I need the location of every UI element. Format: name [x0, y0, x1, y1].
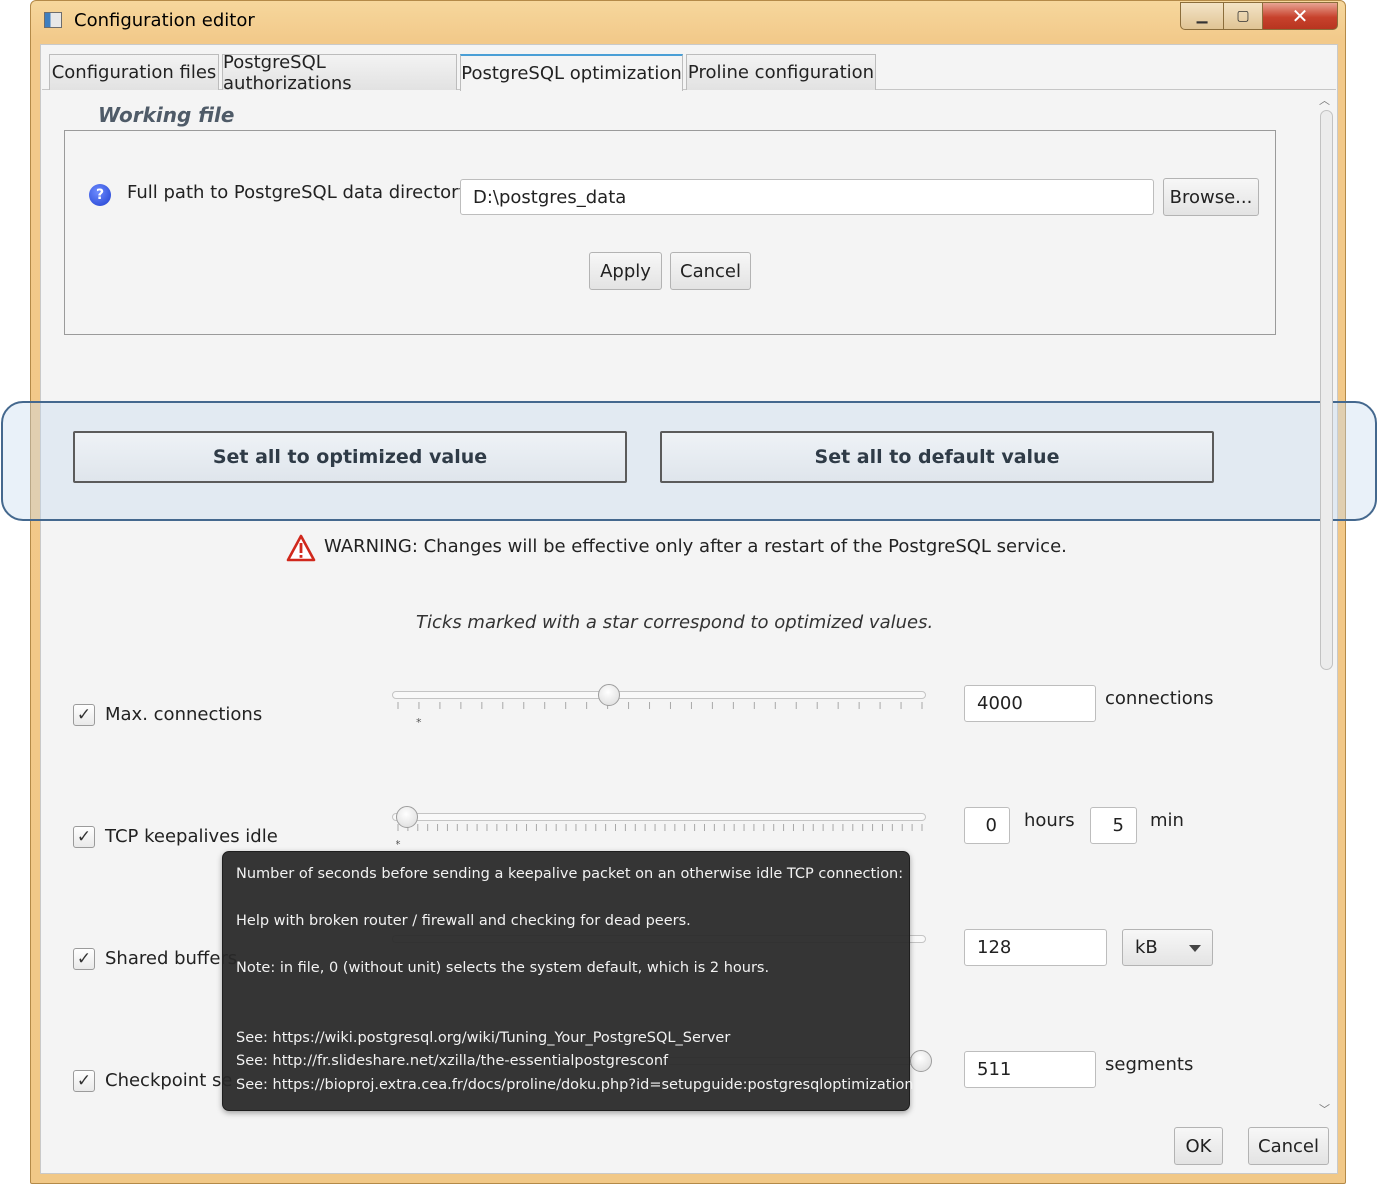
cancel-button[interactable]: Cancel: [1248, 1127, 1329, 1165]
checkpoint-segments-slider-thumb[interactable]: [910, 1050, 932, 1072]
shared-buffers-checkbox[interactable]: ✓: [73, 948, 95, 970]
tooltip-link-bioproj: See: https://bioproj.extra.cea.fr/docs/p…: [236, 1077, 914, 1093]
tcp-keepalives-slider-thumb[interactable]: [396, 806, 418, 828]
browse-button[interactable]: Browse...: [1163, 178, 1259, 216]
segments-unit: segments: [1105, 1054, 1194, 1075]
tab-configuration-files[interactable]: Configuration files: [49, 54, 219, 90]
tcp-minutes-input[interactable]: 5: [1090, 807, 1137, 844]
checkmark-icon: ✓: [76, 1071, 92, 1091]
shared-buffers-value: 128: [977, 937, 1012, 958]
tcp-keepalives-ticks: *: [396, 824, 926, 854]
checkpoint-segments-value: 511: [977, 1059, 1012, 1080]
ok-button[interactable]: OK: [1174, 1127, 1223, 1165]
tooltip-link-slideshare: See: http://fr.slideshare.net/xzilla/the…: [236, 1053, 669, 1069]
browse-button-label: Browse...: [1169, 186, 1253, 208]
set-all-default-button[interactable]: Set all to default value: [660, 431, 1214, 483]
tooltip-note: Note: in file, 0 (without unit) selects …: [236, 960, 770, 976]
set-all-default-label: Set all to default value: [814, 446, 1060, 468]
data-directory-label: Full path to PostgreSQL data directory :: [127, 182, 482, 203]
working-file-group: [64, 130, 1276, 335]
warning-icon: [286, 534, 316, 562]
checkpoint-segments-input[interactable]: 511: [964, 1051, 1096, 1088]
warning-text: WARNING: Changes will be effective only …: [324, 536, 1067, 557]
tab-postgresql-authorizations[interactable]: PostgreSQL authorizations: [222, 52, 457, 94]
checkmark-icon: ✓: [76, 827, 92, 847]
working-file-title: Working file: [96, 103, 237, 127]
tooltip-link-wiki: See: https://wiki.postgresql.org/wiki/Tu…: [236, 1030, 731, 1046]
checkpoint-segments-label: Checkpoint se: [105, 1070, 233, 1091]
cancel-button-label: Cancel: [680, 260, 741, 282]
scroll-up-icon[interactable]: ︿: [1319, 92, 1330, 108]
tooltip-description: Number of seconds before sending a keepa…: [236, 866, 904, 882]
ok-button-label: OK: [1185, 1135, 1212, 1157]
checkmark-icon: ✓: [76, 705, 92, 725]
apply-button[interactable]: Apply: [589, 252, 662, 290]
tcp-hours-input[interactable]: 0: [964, 807, 1010, 844]
optimized-hint: Ticks marked with a star correspond to o…: [416, 612, 934, 633]
checkpoint-segments-checkbox[interactable]: ✓: [73, 1070, 95, 1092]
optimized-star-marker: *: [416, 716, 422, 729]
maximize-icon: ▢: [1236, 8, 1250, 24]
working-file-cancel-button[interactable]: Cancel: [670, 252, 751, 290]
shared-buffers-unit-value: kB: [1135, 937, 1158, 958]
shared-buffers-input[interactable]: 128: [964, 929, 1107, 966]
tcp-hours-value: 0: [985, 815, 997, 836]
connections-unit: connections: [1105, 688, 1214, 709]
app-icon: [44, 12, 62, 28]
minimize-button[interactable]: ▁: [1180, 2, 1224, 30]
keepalive-tooltip: [222, 851, 910, 1111]
chevron-down-icon: [1189, 945, 1201, 952]
max-connections-checkbox[interactable]: ✓: [73, 704, 95, 726]
tab-label: Configuration files: [51, 62, 217, 83]
optimized-star-marker: *: [396, 838, 401, 851]
tab-postgresql-optimization[interactable]: PostgreSQL optimization: [460, 54, 683, 91]
tcp-keepalives-checkbox[interactable]: ✓: [73, 826, 95, 848]
shared-buffers-label: Shared buffers: [105, 948, 238, 969]
close-button[interactable]: ✕: [1262, 2, 1338, 30]
tab-proline-configuration[interactable]: Proline configuration: [686, 54, 876, 90]
data-directory-value: D:\postgres_data: [473, 186, 627, 208]
data-directory-input[interactable]: D:\postgres_data: [460, 179, 1154, 215]
tcp-keepalives-slider-track[interactable]: [392, 813, 926, 821]
tab-label: PostgreSQL optimization: [461, 63, 682, 84]
tooltip-help: Help with broken router / firewall and c…: [236, 913, 691, 929]
tab-label: PostgreSQL authorizations: [223, 51, 352, 94]
max-connections-label: Max. connections: [105, 704, 263, 725]
set-all-optimized-button[interactable]: Set all to optimized value: [73, 431, 627, 483]
question-icon[interactable]: ?: [89, 184, 111, 206]
minimize-icon: ▁: [1196, 8, 1208, 24]
max-connections-slider-track[interactable]: [392, 691, 926, 699]
max-connections-value: 4000: [977, 693, 1023, 714]
scrollbar-thumb[interactable]: [1320, 110, 1333, 670]
apply-button-label: Apply: [600, 260, 651, 282]
minutes-unit: min: [1150, 810, 1184, 831]
window-title: Configuration editor: [74, 10, 255, 31]
hours-unit: hours: [1024, 810, 1075, 831]
tcp-minutes-value: 5: [1112, 815, 1124, 836]
checkmark-icon: ✓: [76, 949, 92, 969]
close-icon: ✕: [1291, 4, 1309, 28]
cancel-button-label: Cancel: [1258, 1135, 1319, 1157]
max-connections-input[interactable]: 4000: [964, 685, 1096, 722]
scroll-down-icon[interactable]: ﹀: [1319, 1101, 1330, 1117]
tab-label: Proline configuration: [687, 62, 875, 83]
max-connections-slider-thumb[interactable]: [597, 684, 620, 706]
maximize-button[interactable]: ▢: [1223, 2, 1263, 30]
max-connections-ticks: *: [396, 702, 926, 732]
set-all-optimized-label: Set all to optimized value: [212, 446, 488, 468]
tcp-keepalives-label: TCP keepalives idle: [105, 826, 278, 847]
